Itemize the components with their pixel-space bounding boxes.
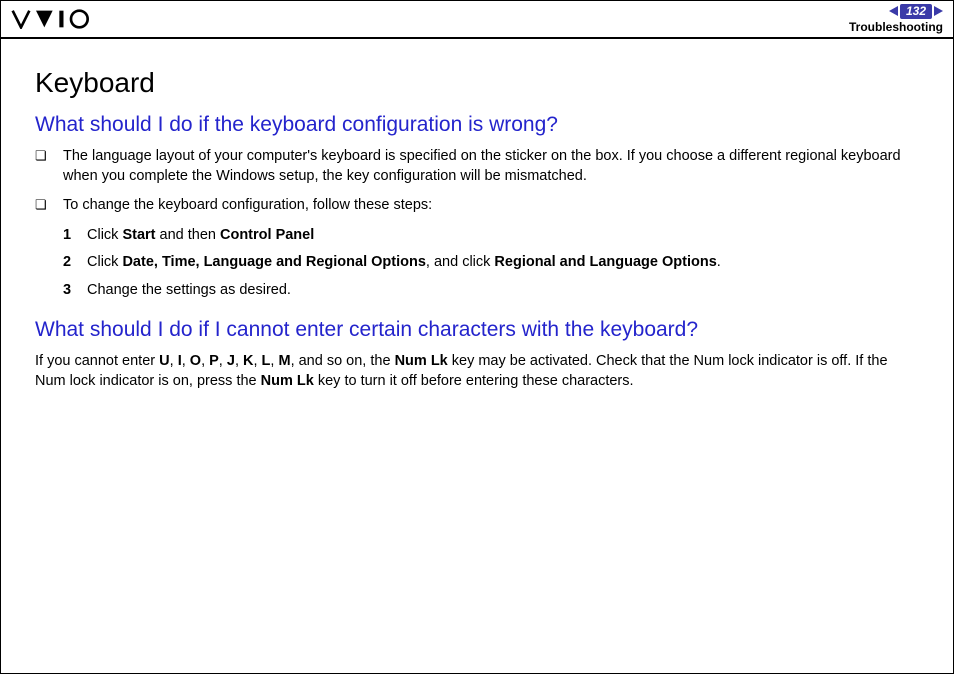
bullet-text: To change the keyboard configuration, fo… — [63, 196, 919, 216]
bullet-text: The language layout of your computer's k… — [63, 147, 919, 186]
page-title: Keyboard — [35, 67, 919, 99]
bullet-item: ❏ To change the keyboard configuration, … — [35, 196, 919, 216]
paragraph: If you cannot enter U, I, O, P, J, K, L,… — [35, 352, 919, 391]
prev-page-arrow-icon[interactable] — [889, 6, 898, 16]
bullet-icon: ❏ — [35, 147, 63, 165]
step-number: 2 — [63, 253, 87, 273]
step-item: 3 Change the settings as desired. — [63, 281, 919, 301]
page-number: 132 — [900, 4, 932, 19]
step-text: Change the settings as desired. — [87, 281, 919, 301]
step-text: Click Date, Time, Language and Regional … — [87, 253, 919, 273]
bullet-icon: ❏ — [35, 196, 63, 214]
header-right: 132 Troubleshooting — [849, 4, 943, 34]
question-heading-2: What should I do if I cannot enter certa… — [35, 318, 919, 342]
step-text: Click Start and then Control Panel — [87, 226, 919, 246]
step-item: 2 Click Date, Time, Language and Regiona… — [63, 253, 919, 273]
step-item: 1 Click Start and then Control Panel — [63, 226, 919, 246]
bullet-item: ❏ The language layout of your computer's… — [35, 147, 919, 186]
step-number: 3 — [63, 281, 87, 301]
page-navigation: 132 — [849, 4, 943, 19]
question-heading-1: What should I do if the keyboard configu… — [35, 113, 919, 137]
step-number: 1 — [63, 226, 87, 246]
vaio-logo — [11, 8, 111, 30]
steps-list: 1 Click Start and then Control Panel 2 C… — [63, 226, 919, 301]
page-content: Keyboard What should I do if the keyboar… — [1, 39, 953, 392]
next-page-arrow-icon[interactable] — [934, 6, 943, 16]
page-header: 132 Troubleshooting — [1, 1, 953, 39]
section-label: Troubleshooting — [849, 21, 943, 34]
